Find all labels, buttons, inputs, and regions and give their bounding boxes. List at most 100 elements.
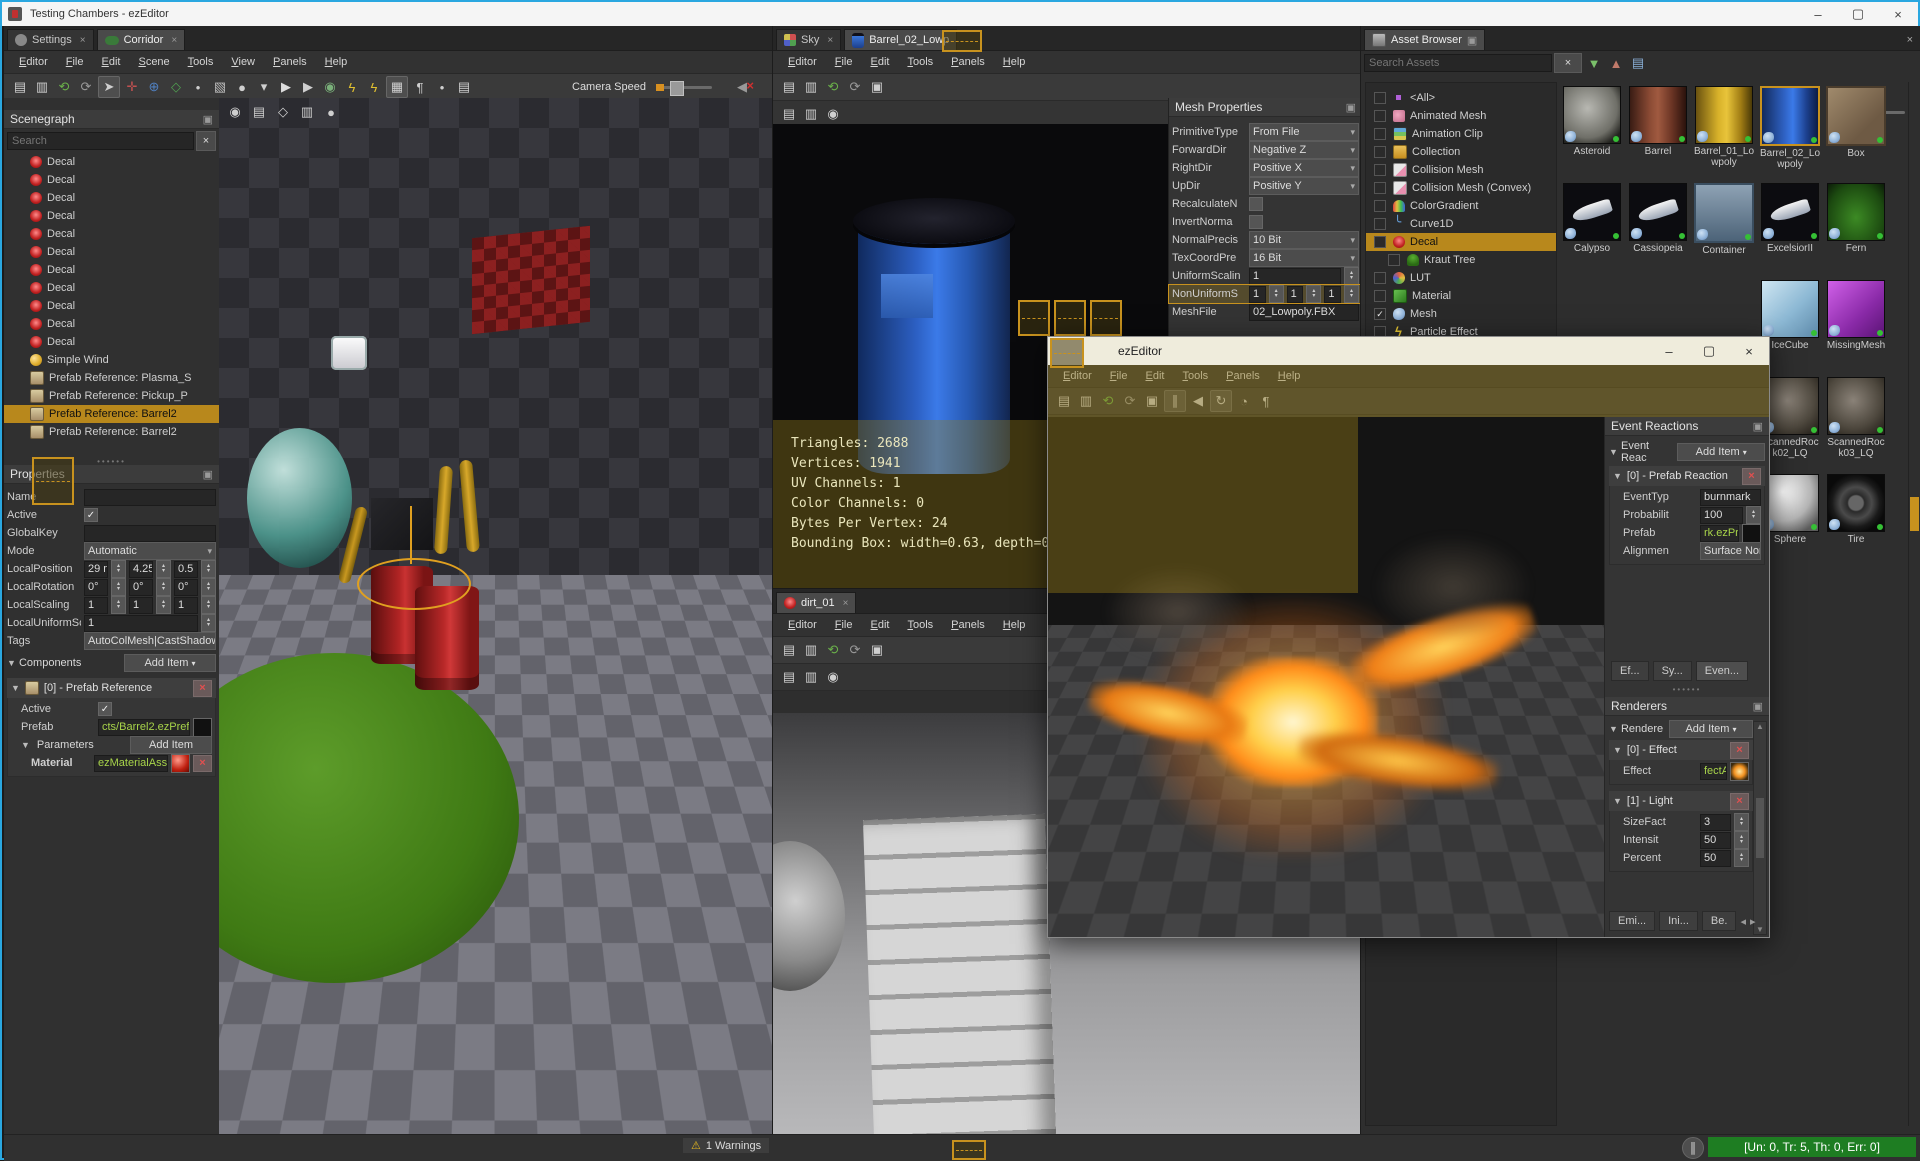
spinner[interactable]: ▴ ▾ — [1746, 506, 1761, 524]
menu-item-edit[interactable]: Edit — [93, 56, 130, 68]
menu-item-tools[interactable]: Tools — [898, 56, 942, 68]
asset-thumbnail[interactable] — [1730, 761, 1749, 781]
redo-icon[interactable]: ⟳ — [845, 77, 865, 97]
menu-item-panels[interactable]: Panels — [942, 619, 994, 631]
play-from-here-icon[interactable]: ▶ — [298, 77, 318, 97]
clear-asset-search-icon[interactable]: × — [1554, 53, 1582, 73]
type-checkbox[interactable] — [1374, 128, 1386, 140]
menu-item-help[interactable]: Help — [994, 56, 1035, 68]
simulate-fast-icon[interactable]: ϟ — [364, 77, 384, 97]
spinner[interactable]: ▴ ▾ — [1268, 285, 1284, 303]
asset-cell[interactable]: Barrel — [1625, 86, 1691, 183]
render-mode-icon[interactable]: ▤ — [779, 104, 799, 124]
prefab-reaction-group-header[interactable]: ▼ [0] - Prefab Reaction × — [1609, 466, 1765, 486]
clear-search-icon[interactable]: × — [196, 131, 216, 151]
close-tab-icon[interactable]: × — [80, 35, 86, 46]
asset-cell[interactable]: Barrel_02_Lowpoly — [1757, 86, 1823, 183]
float-panel-icon[interactable]: ▣ — [1753, 420, 1763, 433]
value-field[interactable]: 50 — [1700, 849, 1731, 867]
scene-viewport[interactable]: ◉ ▤ ◇ ▥ ● — [219, 98, 772, 1134]
menu-item-editor[interactable]: Editor — [779, 619, 826, 631]
asset-cell[interactable]: Asteroid — [1559, 86, 1625, 183]
screenshot-icon[interactable]: ▥ — [801, 667, 821, 687]
menu-item-edit[interactable]: Edit — [1137, 370, 1174, 382]
screenshot-icon[interactable]: ▥ — [297, 102, 317, 122]
scenegraph-item[interactable]: Prefab Reference: Plasma_S — [4, 369, 219, 387]
value-field[interactable]: 3 — [1700, 813, 1731, 831]
tab-Emi[interactable]: Emi... — [1609, 911, 1656, 931]
asset-type-item[interactable]: Animated Mesh — [1366, 107, 1556, 125]
material-thumbnail[interactable] — [171, 753, 190, 773]
add-event-reaction-button[interactable]: Add Item ▾ — [1677, 443, 1765, 461]
value-field[interactable]: 1 — [1286, 285, 1304, 303]
minimize-button[interactable]: – — [1798, 2, 1838, 26]
close-button[interactable]: × — [1729, 339, 1769, 363]
spinner[interactable]: ▴ ▾ — [1344, 267, 1359, 285]
value-field[interactable]: 1 — [174, 596, 198, 614]
value-field[interactable]: 50 — [1700, 831, 1731, 849]
list-view-icon[interactable]: ▤ — [1628, 53, 1648, 73]
menu-item-editor[interactable]: Editor — [779, 56, 826, 68]
type-checkbox[interactable] — [1374, 146, 1386, 158]
value-field[interactable]: 1 — [1249, 285, 1266, 303]
speaker-muted-icon[interactable]: ◀ × — [732, 77, 754, 97]
spinner[interactable]: ▴ ▾ — [201, 614, 216, 632]
value-field[interactable]: 1 — [84, 596, 108, 614]
value-field[interactable]: 1 — [1324, 285, 1342, 303]
asset-thumbnail[interactable] — [1563, 183, 1621, 241]
effect-group-header[interactable]: ▼ [0] - Effect × — [1609, 740, 1753, 760]
scenegraph-item[interactable]: Decal — [4, 225, 219, 243]
asset-cell[interactable]: MissingMesh — [1823, 280, 1889, 377]
asset-type-item[interactable]: Collision Mesh — [1366, 161, 1556, 179]
close-tab-icon[interactable]: × — [171, 35, 177, 46]
tab-sky[interactable]: Sky × — [776, 29, 842, 50]
scenegraph-item[interactable]: Prefab Reference: Pickup_P — [4, 387, 219, 405]
spinner[interactable]: ▴ ▾ — [1734, 849, 1749, 867]
asset-type-item[interactable]: Collection — [1366, 143, 1556, 161]
camera-speed-slider[interactable] — [656, 80, 712, 96]
type-checkbox[interactable] — [1374, 110, 1386, 122]
scenegraph-item[interactable]: Decal — [4, 171, 219, 189]
asset-thumbnail[interactable] — [1827, 280, 1885, 338]
tab-asset-browser[interactable]: Asset Browser ▣ — [1364, 29, 1486, 50]
value-field[interactable]: 0.5 — [174, 560, 198, 578]
value-field[interactable]: 0° — [174, 578, 198, 596]
menu-item-panels[interactable]: Panels — [1217, 370, 1269, 382]
save-all-icon[interactable]: ▥ — [801, 640, 821, 660]
remove-renderer-icon[interactable]: × — [1730, 792, 1749, 810]
rotate-gizmo-icon[interactable]: ⊕ — [144, 77, 164, 97]
maximize-button[interactable]: ▢ — [1838, 2, 1878, 26]
dropdown[interactable]: Automatic ▾ — [84, 542, 216, 560]
value-field[interactable]: 1 — [1249, 267, 1341, 285]
menu-item-tools[interactable]: Tools — [898, 619, 942, 631]
asset-cell[interactable]: Cassiopeia — [1625, 183, 1691, 280]
asset-type-item[interactable]: Animation Clip — [1366, 125, 1556, 143]
menu-item-tools[interactable]: Tools — [1173, 370, 1217, 382]
save-icon[interactable]: ▤ — [779, 640, 799, 660]
menu-item-file[interactable]: File — [826, 56, 862, 68]
menu-item-panels[interactable]: Panels — [942, 56, 994, 68]
scenegraph-item[interactable]: Decal — [4, 315, 219, 333]
asset-thumbnail[interactable] — [1760, 86, 1820, 146]
dropdown[interactable]: 10 Bit ▾ — [1249, 231, 1359, 249]
save-icon[interactable]: ▤ — [1054, 391, 1074, 411]
simulate-icon[interactable]: ϟ — [342, 77, 362, 97]
asset-type-item[interactable]: ColorGradient — [1366, 197, 1556, 215]
spinner[interactable]: ▴ ▾ — [156, 596, 171, 614]
menu-item-scene[interactable]: Scene — [129, 56, 178, 68]
scenegraph-item[interactable]: Decal — [4, 153, 219, 171]
value-field[interactable] — [84, 488, 216, 506]
type-checkbox[interactable]: ✓ — [1374, 308, 1386, 320]
menu-item-help[interactable]: Help — [994, 619, 1035, 631]
value-field[interactable]: 100 — [1700, 506, 1743, 524]
save-all-icon[interactable]: ▥ — [801, 77, 821, 97]
scenegraph-item[interactable]: Decal — [4, 333, 219, 351]
menu-item-editor[interactable]: Editor — [10, 56, 57, 68]
dropdown[interactable]: 16 Bit ▾ — [1249, 249, 1359, 267]
remove-component-icon[interactable]: × — [193, 679, 212, 697]
type-checkbox[interactable] — [1374, 182, 1386, 194]
type-checkbox[interactable] — [1374, 200, 1386, 212]
asset-type-item[interactable]: Material — [1366, 287, 1556, 305]
undo-icon[interactable]: ⟲ — [54, 77, 74, 97]
spinner[interactable]: ▴ ▾ — [156, 560, 171, 578]
